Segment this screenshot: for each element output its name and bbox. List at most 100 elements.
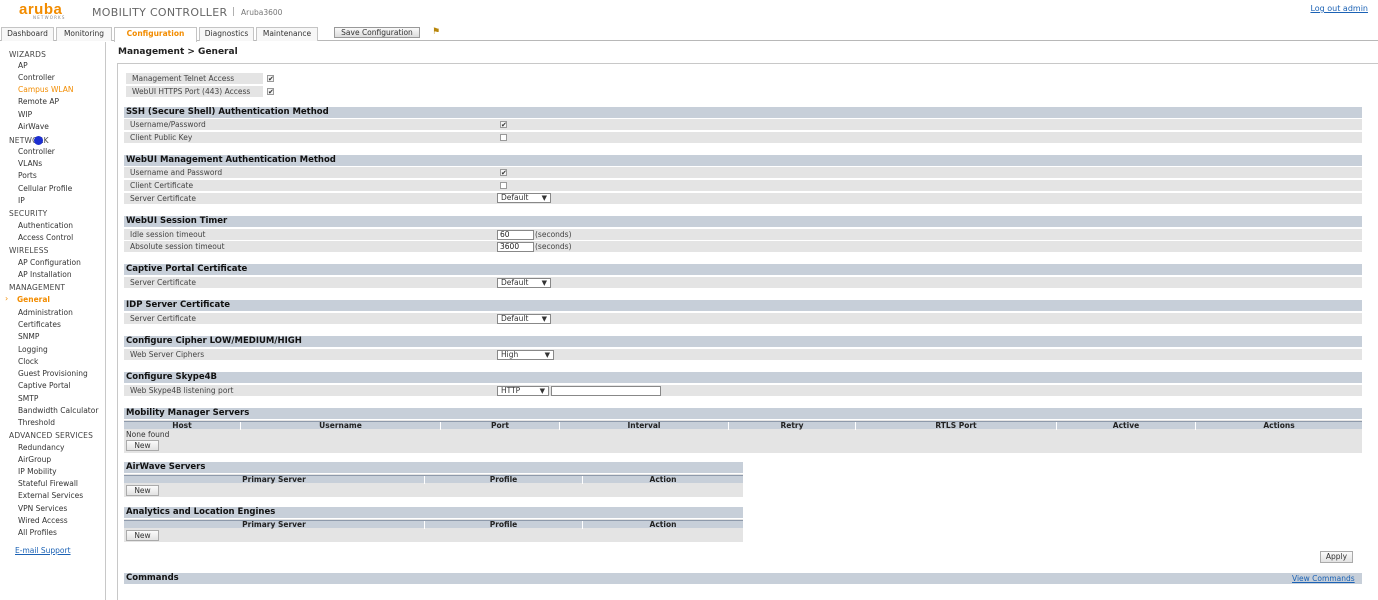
sidebar-item-airwave[interactable]: AirWave [18,122,49,131]
column-header-retry: Retry [729,422,856,430]
sidebar-item-ap-installation[interactable]: AP Installation [18,270,72,279]
sidebar-group-security: SECURITY [9,209,48,218]
sidebar-item-wired-access[interactable]: Wired Access [18,516,68,525]
webui-server-certificate-select[interactable]: Default ▼ [497,193,551,203]
apply-button[interactable]: Apply [1320,551,1353,563]
view-commands-link[interactable]: View Commands [1292,574,1355,583]
sidebar-item-certificates[interactable]: Certificates [18,320,61,329]
mobility-manager-new-button[interactable]: New [126,440,159,451]
webui-client-certificate-row: Client Certificate [124,180,1362,191]
sidebar-item-ip-mobility[interactable]: IP Mobility [18,467,57,476]
sidebar-item-all-profiles[interactable]: All Profiles [18,528,57,537]
ssh-client-public-key-checkbox[interactable] [500,134,507,141]
skype4b-port-row: Web Skype4B listening port [124,385,1362,396]
title-separator: | [232,7,236,17]
sidebar-item-guest-provisioning[interactable]: Guest Provisioning [18,369,88,378]
webui-client-certificate-checkbox[interactable] [500,182,507,189]
sidebar-item-airgroup[interactable]: AirGroup [18,455,51,464]
email-support-link[interactable]: E-mail Support [15,546,71,555]
main-tab-bar: Dashboard Monitoring Configuration Diagn… [0,26,1378,42]
sidebar-item-bandwidth-calculator[interactable]: Bandwidth Calculator [18,406,98,415]
sidebar-item-redundancy[interactable]: Redundancy [18,443,64,452]
sidebar-item-access-control[interactable]: Access Control [18,233,73,242]
page-title: Management > General [118,47,238,57]
sidebar-item-wizard-ap[interactable]: AP [18,61,28,70]
ssh-username-password-label: Username/Password [130,120,206,129]
webui-username-password-checkbox[interactable]: ✔ [500,169,507,177]
telnet-access-row: Management Telnet Access [126,73,263,84]
save-configuration-button[interactable]: Save Configuration [334,27,420,38]
sidebar-item-network-controller[interactable]: Controller [18,147,55,156]
idp-cert-section-header: IDP Server Certificate [124,300,1362,311]
skype4b-port-input[interactable] [551,386,661,396]
sidebar-item-administration[interactable]: Administration [18,308,73,317]
sidebar-item-clock[interactable]: Clock [18,357,38,366]
sidebar-item-campus-wlan[interactable]: Campus WLAN [18,85,73,94]
tab-monitoring[interactable]: Monitoring [56,27,112,41]
sidebar-item-snmp[interactable]: SNMP [18,332,39,341]
web-server-ciphers-select[interactable]: High ▼ [497,350,554,360]
sidebar-item-vpn-services[interactable]: VPN Services [18,504,67,513]
column-header-rtls-port: RTLS Port [856,422,1057,430]
webui-username-password-label: Username and Password [130,168,223,177]
dropdown-arrow-icon: ▼ [541,315,547,323]
ssh-username-password-checkbox[interactable]: ✔ [500,121,507,129]
sidebar-item-smtp[interactable]: SMTP [18,394,38,403]
tab-configuration[interactable]: Configuration [114,27,197,42]
column-header-port: Port [441,422,560,430]
sidebar-item-remote-ap[interactable]: Remote AP [18,97,59,106]
captive-portal-cert-section-header: Captive Portal Certificate [124,264,1362,275]
sidebar-item-vlans[interactable]: VLANs [18,159,42,168]
webui-server-certificate-value: Default [501,193,529,202]
analytics-new-button[interactable]: New [126,530,159,541]
sidebar-item-ip[interactable]: IP [18,196,25,205]
sidebar-item-logging[interactable]: Logging [18,345,48,354]
sidebar-item-threshold[interactable]: Threshold [18,418,55,427]
pin-icon[interactable]: ⚑ [432,27,442,37]
captive-portal-cert-label: Server Certificate [130,278,196,287]
sidebar-item-stateful-firewall[interactable]: Stateful Firewall [18,479,78,488]
sidebar-item-captive-portal[interactable]: Captive Portal [18,381,71,390]
sidebar-item-cellular-profile[interactable]: Cellular Profile [18,184,72,193]
idle-timeout-input[interactable]: 60 [497,230,534,240]
column-header-primary-server: Primary Server [124,521,425,529]
logout-link[interactable]: Log out admin [1310,4,1368,13]
web-server-ciphers-label: Web Server Ciphers [130,350,205,359]
sidebar-item-wip[interactable]: WIP [18,110,32,119]
idp-cert-value: Default [501,314,529,323]
sidebar-item-wizard-controller[interactable]: Controller [18,73,55,82]
tab-dashboard[interactable]: Dashboard [1,27,54,41]
webui-client-certificate-label: Client Certificate [130,181,194,190]
skype4b-protocol-select[interactable]: HTTP ▼ [497,386,549,396]
sidebar-group-management: MANAGEMENT [9,283,66,292]
captive-portal-cert-select[interactable]: Default ▼ [497,278,551,288]
webui-server-certificate-label: Server Certificate [130,194,196,203]
tab-diagnostics[interactable]: Diagnostics [199,27,254,41]
idp-cert-row: Server Certificate [124,313,1362,324]
webui-https-checkbox[interactable]: ✔ [267,88,274,96]
mouse-cursor-indicator [34,136,43,145]
dropdown-arrow-icon: ▼ [544,351,550,359]
sidebar-item-authentication[interactable]: Authentication [18,221,73,230]
analytics-section-header: Analytics and Location Engines [124,507,743,518]
column-header-profile: Profile [425,476,583,484]
tab-maintenance[interactable]: Maintenance [256,27,318,41]
captive-portal-cert-value: Default [501,278,529,287]
sidebar-group-wireless: WIRELESS [9,246,49,255]
absolute-timeout-input[interactable]: 3600 [497,242,534,252]
sidebar-item-external-services[interactable]: External Services [18,491,83,500]
sidebar-item-ports[interactable]: Ports [18,171,37,180]
sidebar-item-general[interactable]: General [17,295,50,304]
telnet-access-checkbox[interactable]: ✔ [267,75,274,83]
mobility-manager-table-header: Host Username Port Interval Retry RTLS P… [124,421,1362,430]
sidebar-item-ap-configuration[interactable]: AP Configuration [18,258,81,267]
airwave-new-button[interactable]: New [126,485,159,496]
skype4b-section-header: Configure Skype4B [124,372,1362,383]
idp-cert-label: Server Certificate [130,314,196,323]
idle-timeout-unit: (seconds) [535,230,572,239]
column-header-interval: Interval [560,422,729,430]
webui-server-certificate-row: Server Certificate [124,193,1362,204]
idp-cert-select[interactable]: Default ▼ [497,314,551,324]
sidebar-group-advanced-services: ADVANCED SERVICES [9,431,94,440]
session-timer-section-header: WebUI Session Timer [124,216,1362,227]
